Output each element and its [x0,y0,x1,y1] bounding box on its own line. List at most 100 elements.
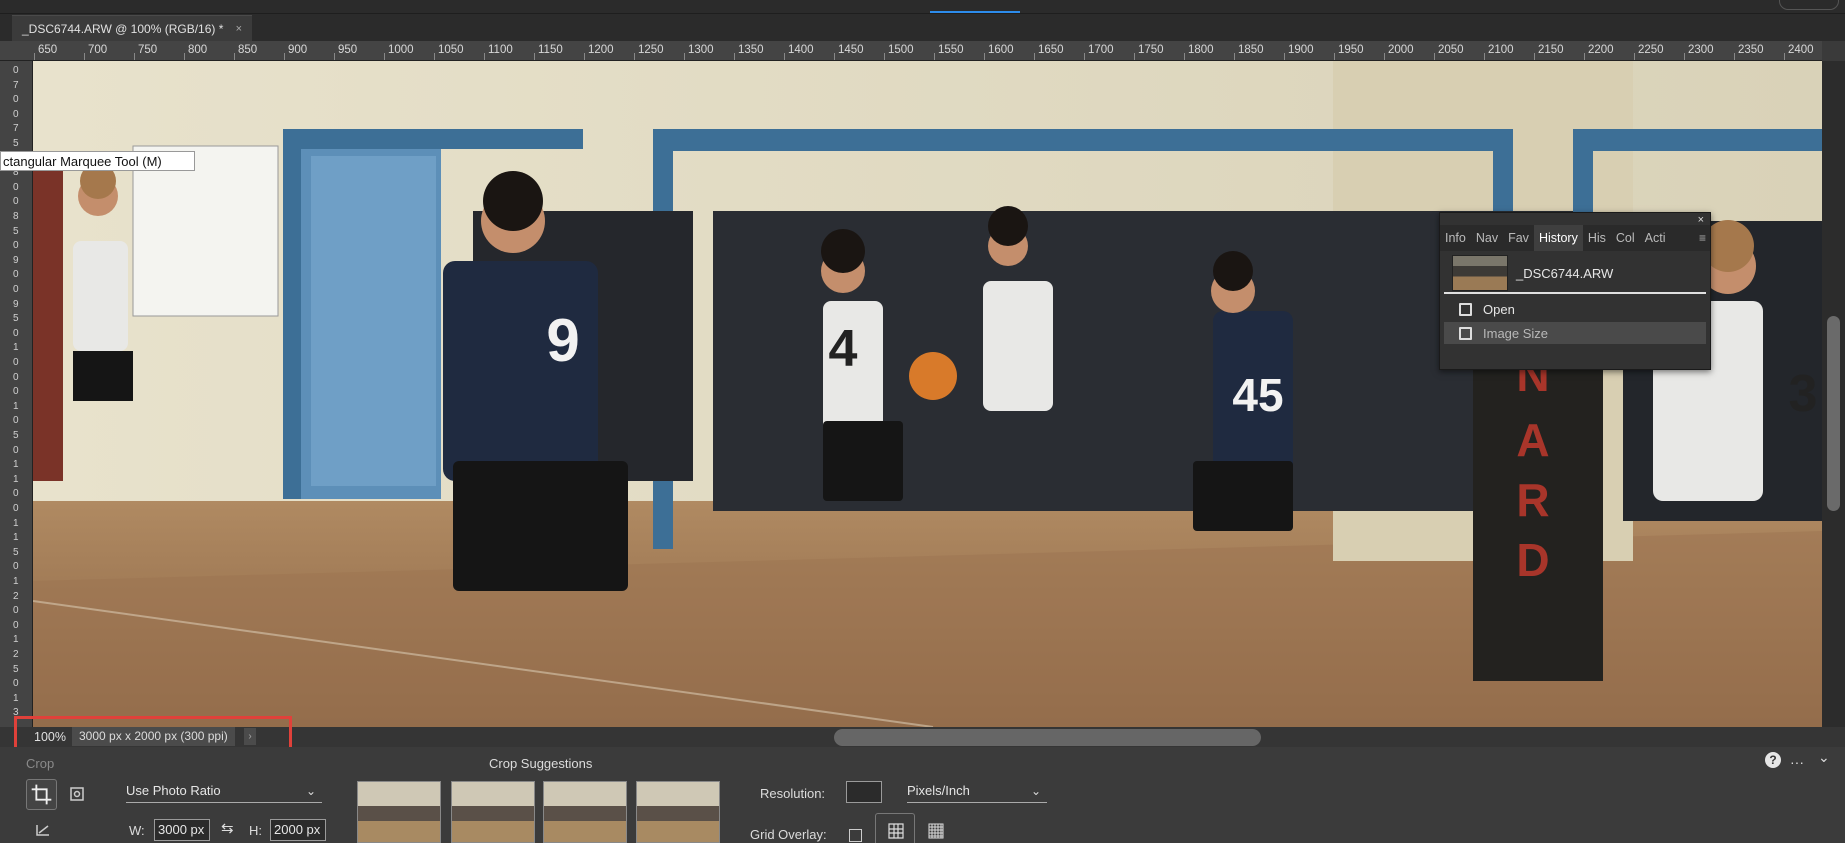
resolution-label: Resolution: [760,786,826,801]
ruler-tick [984,53,985,60]
ruler-digit: 0 [13,108,19,120]
tab-navigator[interactable]: Nav [1471,225,1503,251]
ruler-label: 1500 [888,44,914,56]
tab-color[interactable]: Col [1611,225,1640,251]
swap-dimensions-icon[interactable]: ⇆ [221,819,234,837]
ruler-label: 900 [288,44,308,56]
horizontal-scroll-thumb[interactable] [834,729,1261,746]
crop-suggestion-thumbnail[interactable] [451,781,535,843]
straighten-icon[interactable] [34,821,52,839]
ruler-label: 1850 [1238,44,1264,56]
close-tab-icon[interactable]: × [236,23,242,35]
ruler-tick [1434,53,1435,60]
grid-thirds-icon[interactable] [886,821,906,841]
panel-menu-icon[interactable]: ≡ [1699,231,1706,245]
ruler-label: 2250 [1638,44,1664,56]
vertical-scroll-thumb[interactable] [1827,316,1840,511]
ruler-label: 1600 [988,44,1014,56]
ruler-digit: 5 [13,138,19,149]
crop-suggestion-thumbnail[interactable] [357,781,441,843]
resolution-field[interactable] [846,781,882,803]
resolution-unit-dropdown[interactable]: Pixels/Inch ⌄ [907,779,1047,803]
document-tab-bar: _DSC6744.ARW @ 100% (RGB/16) * × [0,14,1845,41]
ruler-label: 700 [88,44,108,56]
chevron-down-icon: ⌄ [1030,784,1041,798]
document-tab[interactable]: _DSC6744.ARW @ 100% (RGB/16) * × [12,15,252,41]
ruler-digit: 1 [13,342,19,354]
history-item-open[interactable]: Open [1444,298,1706,320]
tool-options-bar: Crop Use Photo Ratio ⌄ W: 3000 px ⇆ H: 2… [0,747,1845,843]
top-menu-strip [0,0,1845,14]
ruler-label: 1150 [538,44,563,56]
tab-histogram[interactable]: His [1583,225,1611,251]
ruler-digit: 7 [13,123,19,135]
crop-tool-button[interactable] [26,779,57,810]
ruler-digit: 0 [13,444,19,456]
vertical-scrollbar[interactable] [1822,61,1845,727]
ratio-dropdown[interactable]: Use Photo Ratio ⌄ [126,779,322,803]
tab-actions[interactable]: Acti [1640,225,1671,251]
ruler-digit: 0 [13,488,19,500]
ruler-digit: 5 [13,313,19,325]
ruler-tick [734,53,735,60]
height-label: H: [249,823,262,838]
ruler-digit: 2 [13,590,19,602]
ruler-digit: 0 [13,327,19,339]
tab-info[interactable]: Info [1440,225,1471,251]
ruler-tick [634,53,635,60]
history-snapshot[interactable]: _DSC6744.ARW [1444,254,1706,294]
ruler-digit: 0 [13,357,19,368]
ruler-digit: 0 [13,240,19,252]
active-workspace-indicator [930,11,1020,13]
grid-overlay-label: Grid Overlay: [750,827,827,842]
ruler-digit: 2 [13,649,19,660]
help-icon[interactable]: ? [1765,752,1781,768]
horizontal-ruler[interactable]: 650 700 750 800 850 900 950 1000 1050 1100 1150 120… [0,41,1822,61]
ruler-digit: 7 [13,79,19,91]
ruler-label: 1000 [388,44,414,56]
ruler-label: 1750 [1138,44,1164,56]
ruler-label: 1400 [788,44,814,56]
ruler-digit: 1 [13,634,19,646]
perspective-crop-icon[interactable] [68,785,86,803]
ruler-digit: 1 [13,576,19,587]
ruler-digit: 0 [13,371,19,383]
image-canvas[interactable]: N A R D 9 4 45 3 [33,61,1822,727]
ruler-label: 800 [188,44,208,56]
grid-fine-icon[interactable] [926,821,946,841]
crop-suggestion-thumbnail[interactable] [543,781,627,843]
ruler-digit: 0 [13,386,19,398]
svg-text:A: A [1516,414,1549,466]
crop-suggestion-thumbnail[interactable] [636,781,720,843]
width-field[interactable]: 3000 px [154,819,210,841]
ruler-tick [234,53,235,60]
top-right-button[interactable] [1779,0,1839,10]
tab-favorites[interactable]: Fav [1503,225,1534,251]
ruler-digit: 0 [13,94,19,106]
ruler-label: 1700 [1088,44,1114,56]
ruler-label: 1900 [1288,44,1314,56]
tool-tooltip: ctangular Marquee Tool (M) [0,151,195,171]
ruler-digit: 9 [13,298,19,310]
ruler-label: 1450 [838,44,864,56]
grid-overlay-checkbox[interactable] [849,829,862,842]
ruler-label: 1300 [688,44,714,56]
history-panel: × Info Nav Fav History His Col Acti ≡ _D… [1439,212,1711,370]
ruler-label: 1200 [588,44,614,56]
ruler-tick [834,53,835,60]
ruler-tick [1784,53,1785,60]
height-field[interactable]: 2000 px [270,819,326,841]
ruler-digit: 0 [13,503,19,514]
panel-tabs: Info Nav Fav History His Col Acti ≡ [1440,225,1710,251]
ruler-tick [934,53,935,60]
history-item-image-size[interactable]: Image Size [1444,322,1706,344]
more-options-icon[interactable]: ··· [1790,754,1804,770]
ratio-dropdown-value: Use Photo Ratio [126,783,221,798]
ruler-label: 850 [238,44,258,56]
document-tab-title: _DSC6744.ARW @ 100% (RGB/16) * [22,21,224,36]
svg-text:45: 45 [1232,369,1283,421]
tab-history[interactable]: History [1533,225,1583,251]
ruler-tick [684,53,685,60]
collapse-icon[interactable]: ⌄ [1818,749,1830,766]
ruler-label: 1950 [1338,44,1364,56]
